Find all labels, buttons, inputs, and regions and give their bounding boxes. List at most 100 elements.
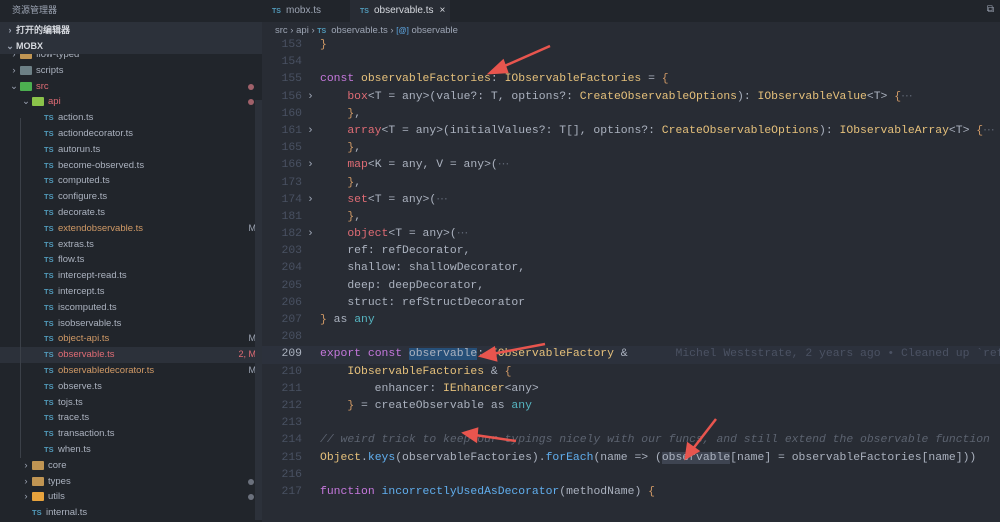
open-editors-section[interactable]: › 打开的编辑器: [0, 22, 262, 38]
compare-icon[interactable]: ⧉: [987, 4, 994, 15]
tree-item-core[interactable]: › core: [0, 458, 262, 474]
code-text: IObservableFactories & {: [320, 364, 511, 381]
code-line[interactable]: 207} as any: [262, 312, 1000, 329]
code-token: enhancer:: [320, 382, 444, 395]
typescript-icon: TS: [44, 113, 54, 123]
code-token: any: [511, 399, 532, 412]
code-token: }: [320, 399, 355, 412]
tree-item-action-ts[interactable]: TS action.ts: [0, 110, 262, 126]
tree-item-scripts[interactable]: › scripts: [0, 63, 262, 79]
code-line[interactable]: 182 › object<T = any>(⋯: [262, 226, 1000, 243]
chevron-right-icon: ›: [24, 459, 28, 471]
breadcrumb-api[interactable]: api: [296, 25, 309, 36]
tree-item-api[interactable]: ⌄ api: [0, 94, 262, 110]
code-line[interactable]: 166 › map<K = any, V = any>(⋯: [262, 157, 1000, 174]
code-line[interactable]: 209 export const observable: IObservableF…: [262, 346, 1000, 364]
code-token: <any>: [504, 382, 539, 395]
code-line[interactable]: 154: [262, 54, 1000, 71]
code-token: box: [320, 90, 368, 103]
code-line[interactable]: 174 › set<T = any>(⋯: [262, 192, 1000, 209]
code-line[interactable]: 214 // weird trick to keep our typings ni…: [262, 432, 1000, 449]
tree-item-label: internal.ts: [46, 507, 88, 519]
code-line[interactable]: 210 IObservableFactories & {: [262, 364, 1000, 381]
code-line[interactable]: 213: [262, 415, 1000, 432]
code-line[interactable]: 156 › box<T = any>(value?: T, options?: C…: [262, 89, 1000, 106]
code-line[interactable]: 160 },: [262, 106, 1000, 123]
code-token: export: [320, 348, 368, 361]
code-token: <T = any>(: [367, 193, 437, 206]
code-editor[interactable]: 153} 154 155 const observableFactories: IOb…: [262, 37, 1000, 501]
tree-item-tojs-ts[interactable]: TS tojs.ts: [0, 395, 262, 411]
typescript-icon: TS: [44, 302, 54, 312]
code-line[interactable]: 153}: [262, 37, 1000, 54]
tree-item-utils[interactable]: › utils: [0, 489, 262, 505]
code-text: },: [320, 106, 361, 123]
sidebar-scrollbar[interactable]: [255, 100, 262, 520]
breadcrumb-symbol[interactable]: observable: [411, 25, 457, 36]
line-number: 160: [281, 107, 302, 120]
code-line[interactable]: 216: [262, 467, 1000, 484]
tree-item-become-observed-ts[interactable]: TS become-observed.ts: [0, 158, 262, 174]
code-token: ⋯: [436, 193, 448, 206]
tree-item-extendobservable-ts[interactable]: TS extendobservable.ts M: [0, 221, 262, 237]
fold-chevron-icon[interactable]: ›: [307, 226, 314, 243]
code-token: ,: [354, 142, 362, 155]
breadcrumb-file[interactable]: observable.ts: [331, 25, 388, 36]
code-line[interactable]: 165 },: [262, 140, 1000, 157]
code-line[interactable]: 161 › array<T = any>(initialValues?: T[],…: [262, 123, 1000, 140]
line-number: 215: [281, 451, 302, 464]
tree-item-object-api-ts[interactable]: TS object-api.ts M: [0, 331, 262, 347]
tree-item-observe-ts[interactable]: TS observe.ts: [0, 379, 262, 395]
tree-item-types[interactable]: › types: [0, 474, 262, 490]
tree-item-observabledecorator-ts[interactable]: TS observabledecorator.ts M: [0, 363, 262, 379]
tree-item-flow-ts[interactable]: TS flow.ts: [0, 252, 262, 268]
code-line[interactable]: 181 },: [262, 209, 1000, 226]
tree-item-src[interactable]: ⌄ src: [0, 79, 262, 95]
fold-chevron-icon[interactable]: ›: [307, 157, 314, 174]
tree-item-extras-ts[interactable]: TS extras.ts: [0, 237, 262, 253]
tree-item-transaction-ts[interactable]: TS transaction.ts: [0, 426, 262, 442]
code-line[interactable]: 205 deep: deepDecorator,: [262, 278, 1000, 295]
tab-mobx-ts[interactable]: TS mobx.ts: [262, 0, 352, 22]
tree-item-intercept-read-ts[interactable]: TS intercept-read.ts: [0, 268, 262, 284]
tree-item-isobservable-ts[interactable]: TS isobservable.ts: [0, 316, 262, 332]
tree-item-internal-ts[interactable]: TS internal.ts: [0, 505, 262, 521]
code-line[interactable]: 208: [262, 329, 1000, 346]
tree-item-label: observabledecorator.ts: [58, 364, 155, 376]
tree-item-actiondecorator-ts[interactable]: TS actiondecorator.ts: [0, 126, 262, 142]
code-line[interactable]: 206 struct: refStructDecorator: [262, 295, 1000, 312]
tree-item-decorate-ts[interactable]: TS decorate.ts: [0, 205, 262, 221]
tree-item-intercept-ts[interactable]: TS intercept.ts: [0, 284, 262, 300]
code-line[interactable]: 203 ref: refDecorator,: [262, 243, 1000, 260]
tree-item-observable-ts[interactable]: TS observable.ts 2, M: [0, 347, 262, 363]
breadcrumb-src[interactable]: src: [275, 25, 288, 36]
code-token: :: [490, 73, 505, 86]
tab-label: mobx.ts: [286, 5, 322, 16]
tree-item-computed-ts[interactable]: TS computed.ts: [0, 173, 262, 189]
status-dot-icon: [248, 494, 254, 501]
code-token: const: [320, 73, 362, 86]
code-line[interactable]: 204 shallow: shallowDecorator,: [262, 260, 1000, 277]
code-line[interactable]: 155 const observableFactories: IObservabl…: [262, 71, 1000, 88]
fold-chevron-icon[interactable]: ›: [307, 123, 314, 140]
tab-observable-ts[interactable]: TS observable.ts ×: [350, 0, 450, 22]
chevron-down-icon: ⌄: [22, 96, 30, 108]
typescript-icon: TS: [44, 128, 54, 138]
tree-item-autorun-ts[interactable]: TS autorun.ts: [0, 142, 262, 158]
project-section[interactable]: ⌄ MOBX: [0, 38, 262, 54]
code-line[interactable]: 212 } = createObservable as any: [262, 398, 1000, 415]
code-line[interactable]: 173 },: [262, 175, 1000, 192]
code-line[interactable]: 215 Object.keys(observableFactories).forE…: [262, 450, 1000, 467]
code-line[interactable]: 217 function incorrectlyUsedAsDecorator(m…: [262, 484, 1000, 501]
tree-item-iscomputed-ts[interactable]: TS iscomputed.ts: [0, 300, 262, 316]
fold-chevron-icon[interactable]: ›: [307, 192, 314, 209]
tree-item-configure-ts[interactable]: TS configure.ts: [0, 189, 262, 205]
fold-chevron-icon[interactable]: ›: [307, 89, 314, 106]
status-dot-icon: [248, 83, 254, 90]
tree-item-trace-ts[interactable]: TS trace.ts: [0, 410, 262, 426]
close-icon[interactable]: ×: [439, 5, 445, 16]
code-line[interactable]: 211 enhancer: IEnhancer<any>: [262, 381, 1000, 398]
typescript-icon: TS: [44, 176, 54, 186]
line-number: 207: [281, 314, 302, 326]
tree-item-when-ts[interactable]: TS when.ts: [0, 442, 262, 458]
